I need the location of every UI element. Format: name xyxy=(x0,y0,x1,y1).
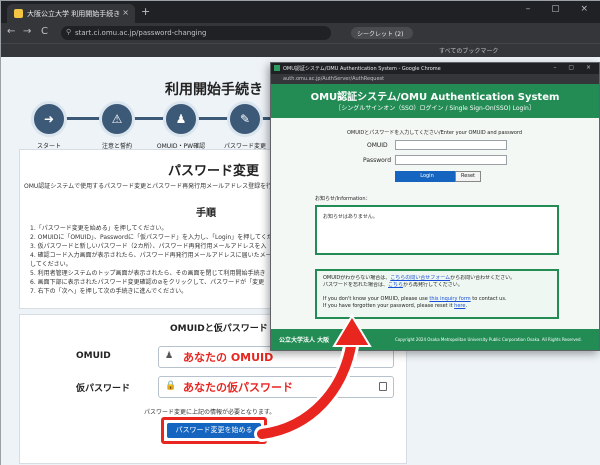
bookmarks-bar: すべてのブックマーク xyxy=(1,43,600,57)
all-bookmarks-link[interactable]: すべてのブックマーク xyxy=(439,46,498,55)
credentials-note: パスワード変更に上記の情報が必要となります。 xyxy=(144,409,276,416)
help-text: OMUIDがわからない場合は、 xyxy=(323,275,391,281)
popup-favicon-icon xyxy=(274,65,280,71)
temp-password-value: あなたの仮パスワード xyxy=(183,381,293,394)
copy-icon[interactable] xyxy=(379,382,387,391)
password-change-title: パスワード変更 xyxy=(168,164,260,179)
window-controls[interactable]: – ▢ × xyxy=(526,4,597,14)
back-button[interactable]: ← xyxy=(7,26,15,37)
password-reset-link-ja[interactable]: こちら xyxy=(388,282,403,288)
omuid-label: OMUID xyxy=(76,351,111,361)
popup-titlebar: OMU認証システム/OMU Authentication System - Go… xyxy=(271,63,599,74)
step-caution-icon: ⚠ xyxy=(99,101,135,137)
popup-window-title: OMU認証システム/OMU Authentication System - Go… xyxy=(283,66,441,72)
forward-button[interactable]: → xyxy=(23,26,31,37)
new-tab-button[interactable]: + xyxy=(141,5,150,18)
information-box: お知らせはありません。 xyxy=(315,205,559,255)
tab-strip: 大阪公立大学 利用開始手続き × + – ▢ × xyxy=(1,1,600,23)
omuid-value: あなたの OMUID xyxy=(183,351,274,364)
popup-password-label: Password xyxy=(363,157,392,164)
login-instruction: OMUIDとパスワードを入力してください/Enter your OMUID an… xyxy=(347,130,523,136)
help-text: パスワードを忘れた場合は、 xyxy=(323,282,389,288)
help-spacer xyxy=(323,289,557,296)
popup-header: OMU認証システム/OMU Authentication System ［シング… xyxy=(271,84,599,118)
auth-system-subtitle: ［シングルサインオン（SSO）ログイン / Single Sign-On(SSO… xyxy=(335,105,535,112)
popup-footer: 公立大学法人 大阪 Copyright 2024 Osaka Metropoli… xyxy=(271,329,599,350)
close-icon[interactable]: × xyxy=(122,8,129,17)
password-reset-link-en[interactable]: here xyxy=(454,303,465,309)
lock-icon: 🔒 xyxy=(165,381,177,391)
help-line: If you have forgotten your password, ple… xyxy=(323,303,557,310)
reload-button[interactable]: C xyxy=(41,26,48,37)
help-line: If you don't know your OMUID, please use… xyxy=(323,296,557,303)
popup-omuid-input[interactable] xyxy=(395,140,507,150)
credentials-title: OMUIDと仮パスワード xyxy=(170,324,268,334)
help-text: . xyxy=(465,303,468,309)
incognito-badge[interactable]: シークレット (2) xyxy=(351,27,413,39)
popup-address-bar: auth.omu.ac.jp/AuthServer/AuthRequest xyxy=(271,74,599,84)
popup-password-input[interactable] xyxy=(395,155,507,165)
start-password-change-button[interactable]: パスワード変更を始める xyxy=(167,423,261,438)
browser-toolbar: ← → C ⚲ start.ci.omu.ac.jp/password-chan… xyxy=(1,23,600,43)
incognito-label: シークレット (2) xyxy=(357,31,404,38)
help-line: パスワードを忘れた場合は、こちらから再発行してください。 xyxy=(323,282,557,289)
reset-button[interactable]: Reset xyxy=(455,171,481,182)
help-text: から再発行してください。 xyxy=(403,282,463,288)
popup-window-controls[interactable]: – ▢ × xyxy=(553,64,596,71)
browser-tab[interactable]: 大阪公立大学 利用開始手続き × xyxy=(7,4,135,23)
temp-password-label: 仮パスワード xyxy=(76,384,131,394)
inquiry-form-link-ja[interactable]: こちらの問い合せフォーム xyxy=(390,275,450,281)
help-text: If you don't know your OMUID, please use xyxy=(323,296,430,302)
popup-omuid-label: OMUID xyxy=(367,142,388,149)
information-label: お知らせ/Information： xyxy=(315,196,371,202)
information-text: お知らせはありません。 xyxy=(323,214,378,220)
footer-copyright: Copyright 2024 Osaka Metropolitan Univer… xyxy=(395,337,582,342)
omu-auth-popup-window: OMU認証システム/OMU Authentication System - Go… xyxy=(270,62,600,351)
step-confirm-icon: ♟ xyxy=(163,101,199,137)
screenshot-stage: 大阪公立大学 利用開始手続き × + – ▢ × ← → C ⚲ start.c… xyxy=(0,0,600,465)
help-line: OMUIDがわからない場合は、こちらの問い合せフォームからお問い合わせください。 xyxy=(323,275,557,282)
site-info-icon[interactable]: ⚲ xyxy=(66,28,71,36)
auth-system-title: OMU認証システム/OMU Authentication System xyxy=(310,92,560,103)
login-button[interactable]: Login xyxy=(395,171,459,182)
page-title: 利用開始手続き xyxy=(165,82,263,98)
tab-title: 大阪公立大学 利用開始手続き xyxy=(27,10,121,18)
password-change-description: OMU認証システムで使用するパスワード変更とパスワード再発行用メールアドレス登録… xyxy=(24,183,273,190)
address-url: start.ci.omu.ac.jp/password-changing xyxy=(75,29,207,37)
procedure-title: 手順 xyxy=(196,208,216,219)
footer-organization: 公立大学法人 大阪 xyxy=(279,337,330,344)
inquiry-form-link-en[interactable]: this inquiry form xyxy=(429,296,470,302)
start-button-highlight: パスワード変更を始める xyxy=(161,417,267,444)
step-start-icon: ➜ xyxy=(31,101,67,137)
help-text: からお問い合わせください。 xyxy=(450,275,516,281)
favicon-icon xyxy=(14,9,23,18)
help-text: to contact us. xyxy=(470,296,507,302)
help-box: OMUIDがわからない場合は、こちらの問い合せフォームからお問い合わせください。… xyxy=(315,269,559,319)
step-password-icon: ✎ xyxy=(227,101,263,137)
temp-password-field[interactable]: 🔒 あなたの仮パスワード xyxy=(158,376,394,398)
user-icon: ♟ xyxy=(165,351,174,361)
help-text: If you have forgotten your password, ple… xyxy=(323,303,455,309)
address-bar[interactable]: ⚲ start.ci.omu.ac.jp/password-changing xyxy=(61,26,331,40)
